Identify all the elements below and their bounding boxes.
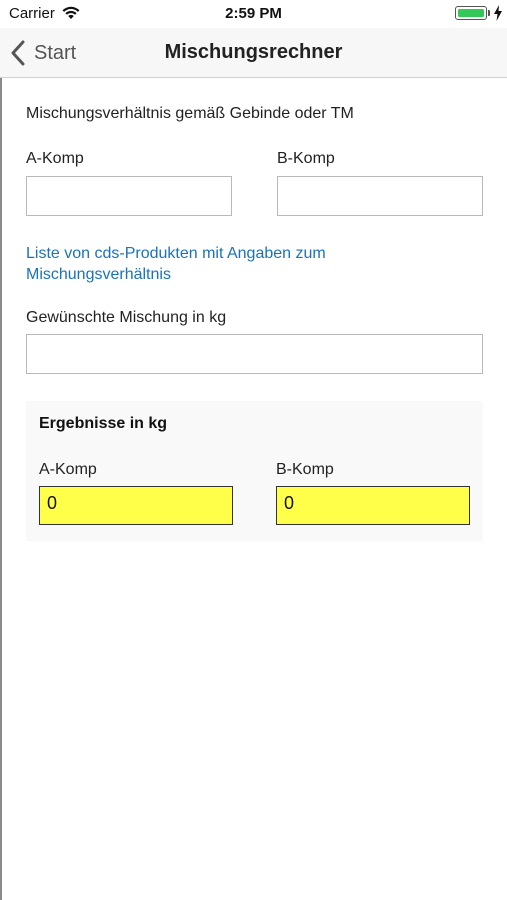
result-a-komp-label: A-Komp [39,461,97,478]
results-title: Ergebnisse in kg [39,415,168,432]
mix-amount-input[interactable] [26,334,483,374]
result-b-komp-value: 0 [276,486,470,525]
charging-bolt-icon [494,5,502,21]
result-a-komp-value: 0 [39,486,233,525]
clock: 2:59 PM [225,5,282,22]
b-komp-input[interactable] [277,176,483,216]
mix-amount-label: Gewünschte Mischung in kg [26,309,227,326]
left-divider [0,78,2,900]
result-b-komp-label: B-Komp [276,461,334,478]
results-panel: Ergebnisse in kg A-Komp B-Komp 0 0 [26,401,483,541]
navigation-bar: Start Mischungsrechner [0,28,507,78]
ratio-heading: Mischungsverhältnis gemäß Gebinde oder T… [26,105,354,122]
mischungsrechner-screen: Carrier 2:59 PM Start Mischungsrechner M… [0,0,507,900]
battery-tip [488,10,490,16]
status-bar: Carrier 2:59 PM [0,0,507,28]
b-komp-label: B-Komp [277,150,335,167]
battery-icon [455,6,487,20]
page-title: Mischungsrechner [164,41,343,63]
product-list-link[interactable]: Liste von cds-Produkten mit Angaben zum … [26,243,446,285]
a-komp-input[interactable] [26,176,232,216]
a-komp-label: A-Komp [26,150,84,167]
